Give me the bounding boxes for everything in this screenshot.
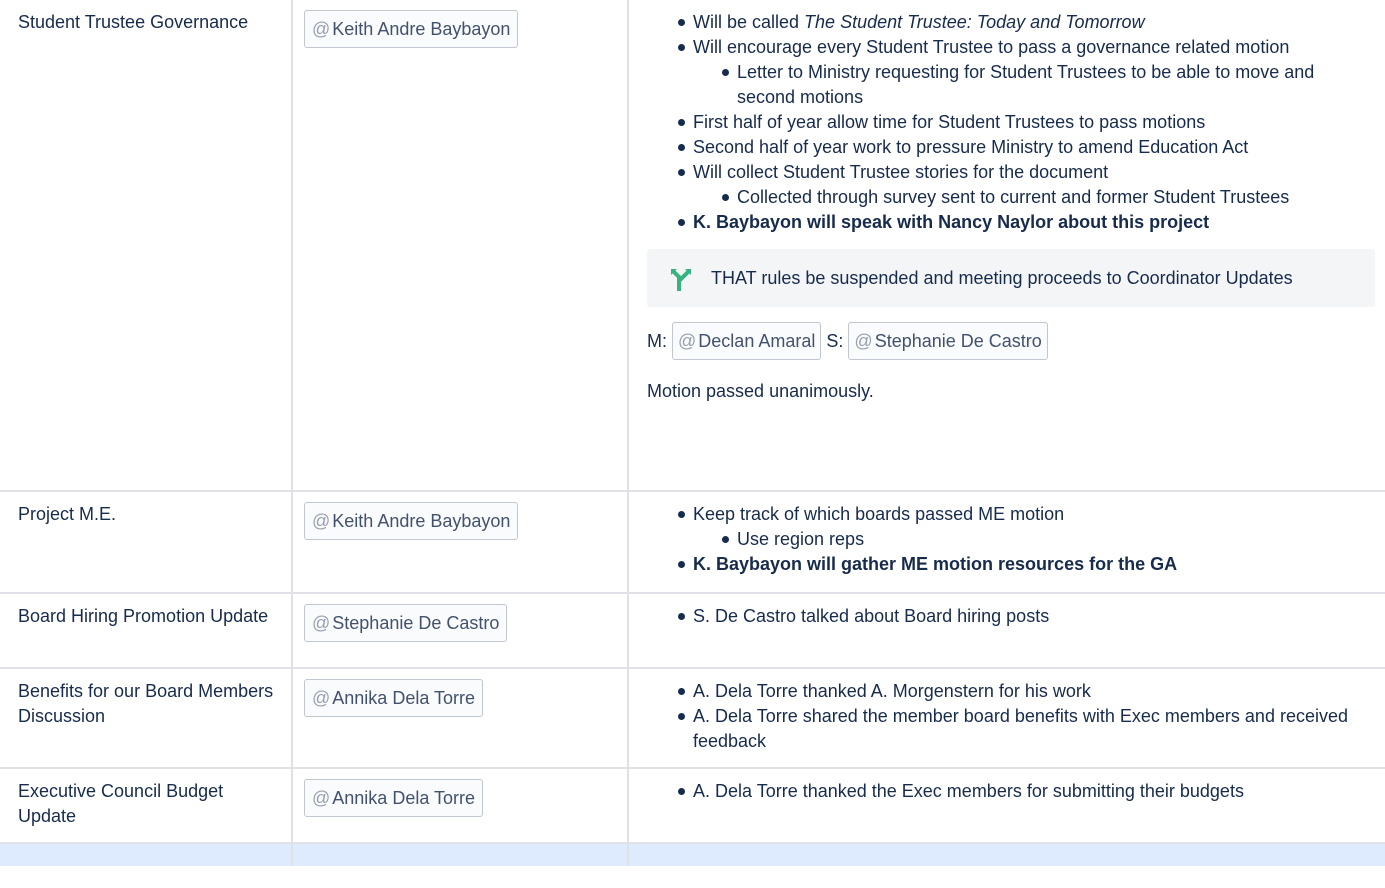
mention-at: @	[312, 613, 331, 633]
motion-panel: THAT rules be suspended and meeting proc…	[647, 249, 1375, 307]
motion-text: THAT rules be suspended and meeting proc…	[711, 268, 1293, 288]
owner-cell: @ Annika Dela Torre	[291, 767, 629, 844]
list-item: Second half of year work to pressure Min…	[678, 135, 1375, 160]
user-mention[interactable]: @ Annika Dela Torre	[304, 779, 484, 817]
notes-list: A. Dela Torre thanked A. Morgenstern for…	[647, 679, 1375, 754]
meeting-agenda-table: Student Trustee Governance @ Keith Andre …	[0, 0, 1385, 866]
table-row-empty[interactable]	[0, 842, 1385, 866]
mention-at: @	[312, 788, 331, 808]
sub-list: Letter to Ministry requesting for Studen…	[693, 60, 1375, 110]
list-item: Will encourage every Student Trustee to …	[678, 35, 1375, 110]
topic-cell: Benefits for our Board Members Discussio…	[0, 667, 293, 769]
owner-cell: @ Annika Dela Torre	[291, 667, 629, 769]
list-item: A. Dela Torre shared the member board be…	[678, 704, 1375, 754]
user-mention[interactable]: @ Stephanie De Castro	[304, 604, 508, 642]
user-mention[interactable]: @ Stephanie De Castro	[848, 322, 1048, 360]
list-item: First half of year allow time for Studen…	[678, 110, 1375, 135]
notes-list: Keep track of which boards passed ME mot…	[647, 502, 1375, 577]
sub-list: Use region reps	[693, 527, 1375, 552]
notes-cell: A. Dela Torre thanked A. Morgenstern for…	[627, 667, 1385, 769]
topic-cell: Student Trustee Governance	[0, 0, 293, 492]
table-row: Project M.E. @ Keith Andre Baybayon Keep …	[0, 490, 1385, 594]
topic-cell: Board Hiring Promotion Update	[0, 592, 293, 669]
table-row: Benefits for our Board Members Discussio…	[0, 667, 1385, 769]
list-item: K. Baybayon will speak with Nancy Naylor…	[678, 210, 1375, 235]
action-item: K. Baybayon will speak with Nancy Naylor…	[693, 212, 1210, 232]
sub-list: Collected through survey sent to current…	[693, 185, 1375, 210]
user-mention[interactable]: @ Keith Andre Baybayon	[304, 10, 519, 48]
empty-cell[interactable]	[291, 842, 629, 866]
notes-list: A. Dela Torre thanked the Exec members f…	[647, 779, 1375, 804]
mention-at: @	[312, 511, 331, 531]
list-item: Keep track of which boards passed ME mot…	[678, 502, 1375, 552]
list-item: A. Dela Torre thanked A. Morgenstern for…	[678, 679, 1375, 704]
topic-cell: Executive Council Budget Update	[0, 767, 293, 844]
action-item: K. Baybayon will gather ME motion resour…	[693, 554, 1178, 574]
mention-at: @	[312, 19, 331, 39]
empty-cell[interactable]	[627, 842, 1385, 866]
list-item: A. Dela Torre thanked the Exec members f…	[678, 779, 1375, 804]
notes-cell: S. De Castro talked about Board hiring p…	[627, 592, 1385, 669]
notes-cell: Will be called The Student Trustee: Toda…	[627, 0, 1385, 492]
table-row: Executive Council Budget Update @ Annika …	[0, 767, 1385, 844]
owner-cell: @ Stephanie De Castro	[291, 592, 629, 669]
owner-cell: @ Keith Andre Baybayon	[291, 0, 629, 492]
user-mention[interactable]: @ Annika Dela Torre	[304, 679, 484, 717]
branch-icon	[670, 268, 692, 298]
list-item: Collected through survey sent to current…	[722, 185, 1375, 210]
list-item: Use region reps	[722, 527, 1375, 552]
list-item: Letter to Ministry requesting for Studen…	[722, 60, 1375, 110]
topic-text: Project M.E.	[18, 504, 117, 524]
topic-cell: Project M.E.	[0, 490, 293, 594]
notes-cell: Keep track of which boards passed ME mot…	[627, 490, 1385, 594]
user-mention[interactable]: @ Declan Amaral	[672, 322, 822, 360]
table-row: Student Trustee Governance @ Keith Andre …	[0, 0, 1385, 492]
notes-cell: A. Dela Torre thanked the Exec members f…	[627, 767, 1385, 844]
topic-text: Student Trustee Governance	[18, 12, 249, 32]
list-item: K. Baybayon will gather ME motion resour…	[678, 552, 1375, 577]
topic-text: Board Hiring Promotion Update	[18, 606, 269, 626]
list-item: Will collect Student Trustee stories for…	[678, 160, 1375, 210]
mention-at: @	[312, 688, 331, 708]
mention-at: @	[678, 331, 697, 351]
empty-cell[interactable]	[0, 842, 293, 866]
mover-label: M:	[647, 331, 667, 351]
user-mention[interactable]: @ Keith Andre Baybayon	[304, 502, 519, 540]
list-item: Will be called The Student Trustee: Toda…	[678, 10, 1375, 35]
table-row: Board Hiring Promotion Update @ Stephanie…	[0, 592, 1385, 669]
notes-list: S. De Castro talked about Board hiring p…	[647, 604, 1375, 629]
mover-seconder-line: M: @ Declan Amaral S: @ Stephanie De Castr…	[647, 321, 1375, 361]
owner-cell: @ Keith Andre Baybayon	[291, 490, 629, 594]
seconder-label: S:	[826, 331, 844, 351]
notes-list: Will be called The Student Trustee: Toda…	[647, 10, 1375, 235]
topic-text: Executive Council Budget Update	[18, 781, 224, 826]
topic-text: Benefits for our Board Members Discussio…	[18, 681, 274, 726]
list-item: S. De Castro talked about Board hiring p…	[678, 604, 1375, 629]
mention-at: @	[854, 331, 873, 351]
motion-result: Motion passed unanimously.	[647, 381, 874, 401]
